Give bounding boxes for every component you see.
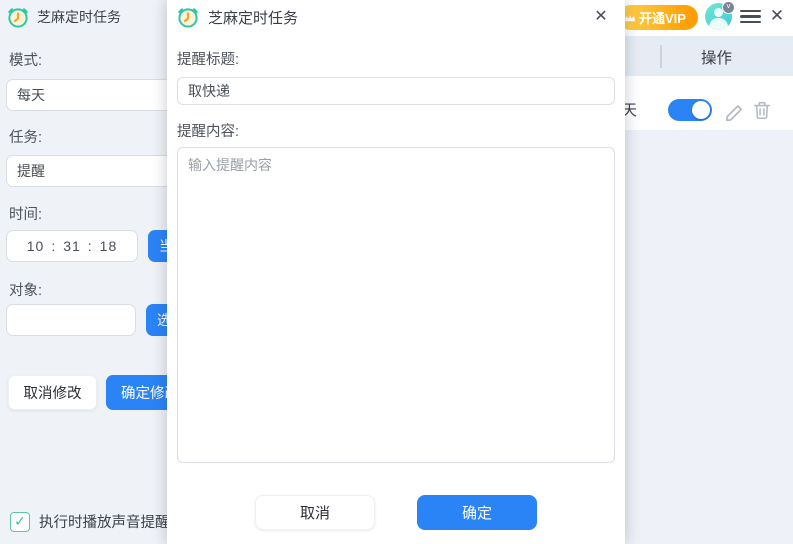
app-title: 芝麻定时任务 — [37, 7, 121, 27]
dialog-close-icon[interactable]: ✕ — [590, 6, 612, 28]
time-label: 时间: — [9, 203, 42, 224]
sound-checkbox-row: ✓ 执行时播放声音提醒 — [10, 511, 170, 532]
window-close-icon[interactable]: ✕ — [765, 4, 789, 28]
task-select-value: 提醒 — [17, 161, 45, 181]
time-input[interactable]: 10 : 31 : 18 — [6, 230, 138, 262]
task-list-background — [600, 130, 793, 544]
reminder-dialog: 芝麻定时任务 ✕ 提醒标题: 提醒内容: 取消 确定 — [167, 0, 625, 544]
app-window: 芝麻定时任务 模式: 每天 任务: 提醒 时间: 10 : 31 : 18 当 … — [0, 0, 793, 544]
mode-select[interactable]: 每天 — [6, 79, 178, 111]
dialog-confirm-button[interactable]: 确定 — [417, 495, 537, 530]
reminder-content-textarea[interactable] — [177, 147, 615, 463]
mode-select-value: 每天 — [17, 85, 45, 105]
target-input[interactable] — [6, 304, 136, 336]
dialog-title: 芝麻定时任务 — [208, 7, 298, 28]
dialog-alarm-icon — [177, 6, 199, 28]
crown-icon — [624, 13, 636, 23]
reminder-content-label: 提醒内容: — [177, 120, 239, 141]
task-label: 任务: — [9, 126, 42, 147]
reminder-title-label: 提醒标题: — [177, 48, 239, 69]
dialog-cancel-button[interactable]: 取消 — [255, 495, 375, 530]
app-logo-alarm-icon — [7, 6, 29, 28]
left-titlebar: 芝麻定时任务 — [0, 0, 167, 33]
menu-icon[interactable] — [740, 10, 761, 23]
time-seconds: 18 — [100, 238, 118, 254]
time-minutes: 31 — [63, 238, 81, 254]
delete-trash-icon[interactable] — [752, 100, 772, 120]
mode-label: 模式: — [9, 49, 42, 70]
cancel-edit-button[interactable]: 取消修改 — [8, 375, 97, 410]
sound-checkbox-label: 执行时播放声音提醒 — [39, 511, 170, 532]
task-edit-panel: 芝麻定时任务 模式: 每天 任务: 提醒 时间: 10 : 31 : 18 当 … — [0, 0, 167, 544]
dialog-titlebar: 芝麻定时任务 ✕ — [167, 0, 625, 34]
time-colon: : — [51, 238, 56, 254]
task-enabled-toggle[interactable] — [668, 99, 712, 121]
task-select[interactable]: 提醒 — [6, 155, 178, 187]
time-colon: : — [88, 238, 93, 254]
sound-checkbox[interactable]: ✓ — [10, 512, 30, 532]
task-list-header — [600, 36, 793, 76]
reminder-title-input[interactable] — [177, 77, 615, 105]
open-vip-label: 开通VIP — [639, 8, 686, 27]
header-column-divider — [660, 45, 662, 68]
action-column-header: 操作 — [701, 46, 732, 68]
time-hours: 10 — [27, 238, 45, 254]
target-label: 对象: — [9, 279, 42, 300]
edit-pencil-icon[interactable] — [724, 101, 744, 121]
open-vip-button[interactable]: 开通VIP — [618, 5, 698, 30]
avatar-dropdown-badge[interactable]: ˅ — [722, 1, 735, 14]
check-icon: ✓ — [14, 513, 26, 530]
